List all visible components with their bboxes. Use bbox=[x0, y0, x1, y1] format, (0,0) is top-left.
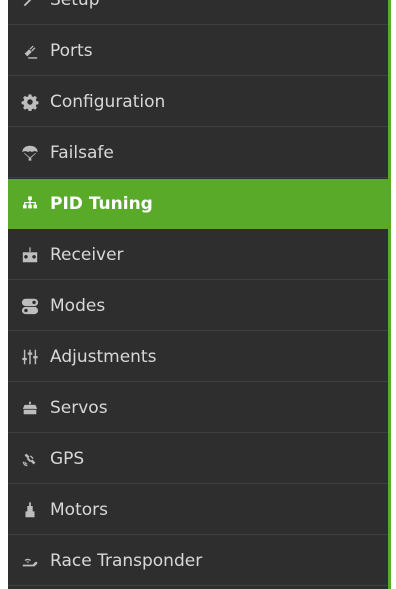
gear-icon bbox=[20, 92, 40, 112]
wrench-icon bbox=[20, 0, 40, 10]
sitemap-icon bbox=[20, 194, 40, 214]
sidebar-item-label: Configuration bbox=[50, 91, 166, 112]
nav-list: Setup Ports Configuration Failsafe PID T bbox=[8, 0, 388, 587]
satellite-icon bbox=[20, 449, 40, 469]
sliders-icon bbox=[20, 347, 40, 367]
sidebar-item-label: Ports bbox=[50, 40, 93, 61]
toggle-icon bbox=[20, 296, 40, 316]
sidebar-item-motors[interactable]: Motors bbox=[8, 485, 388, 535]
sidebar: Setup Ports Configuration Failsafe PID T bbox=[8, 0, 391, 589]
sidebar-item-label: PID Tuning bbox=[50, 193, 153, 214]
transponder-icon bbox=[20, 551, 40, 571]
sidebar-item-failsafe[interactable]: Failsafe bbox=[8, 128, 388, 178]
sidebar-item-label: Failsafe bbox=[50, 142, 114, 163]
sidebar-item-setup[interactable]: Setup bbox=[8, 0, 388, 25]
sidebar-item-pid-tuning[interactable]: PID Tuning bbox=[8, 179, 388, 229]
receiver-icon bbox=[20, 245, 40, 265]
plug-icon bbox=[20, 41, 40, 61]
sidebar-item-race-transponder[interactable]: Race Transponder bbox=[8, 536, 388, 586]
servo-icon bbox=[20, 398, 40, 418]
sidebar-item-gps[interactable]: GPS bbox=[8, 434, 388, 484]
sidebar-item-label: Receiver bbox=[50, 244, 124, 265]
sidebar-item-receiver[interactable]: Receiver bbox=[8, 230, 388, 280]
motor-icon bbox=[20, 500, 40, 520]
sidebar-item-label: GPS bbox=[50, 448, 85, 469]
sidebar-item-label: Race Transponder bbox=[50, 550, 203, 571]
sidebar-item-configuration[interactable]: Configuration bbox=[8, 77, 388, 127]
sidebar-item-modes[interactable]: Modes bbox=[8, 281, 388, 331]
sidebar-item-label: Servos bbox=[50, 397, 108, 418]
sidebar-item-adjustments[interactable]: Adjustments bbox=[8, 332, 388, 382]
sidebar-item-label: Setup bbox=[50, 0, 99, 10]
sidebar-item-label: Modes bbox=[50, 295, 106, 316]
parachute-icon bbox=[20, 143, 40, 163]
sidebar-item-ports[interactable]: Ports bbox=[8, 26, 388, 76]
sidebar-item-servos[interactable]: Servos bbox=[8, 383, 388, 433]
sidebar-item-label: Adjustments bbox=[50, 346, 157, 367]
sidebar-item-label: Motors bbox=[50, 499, 108, 520]
